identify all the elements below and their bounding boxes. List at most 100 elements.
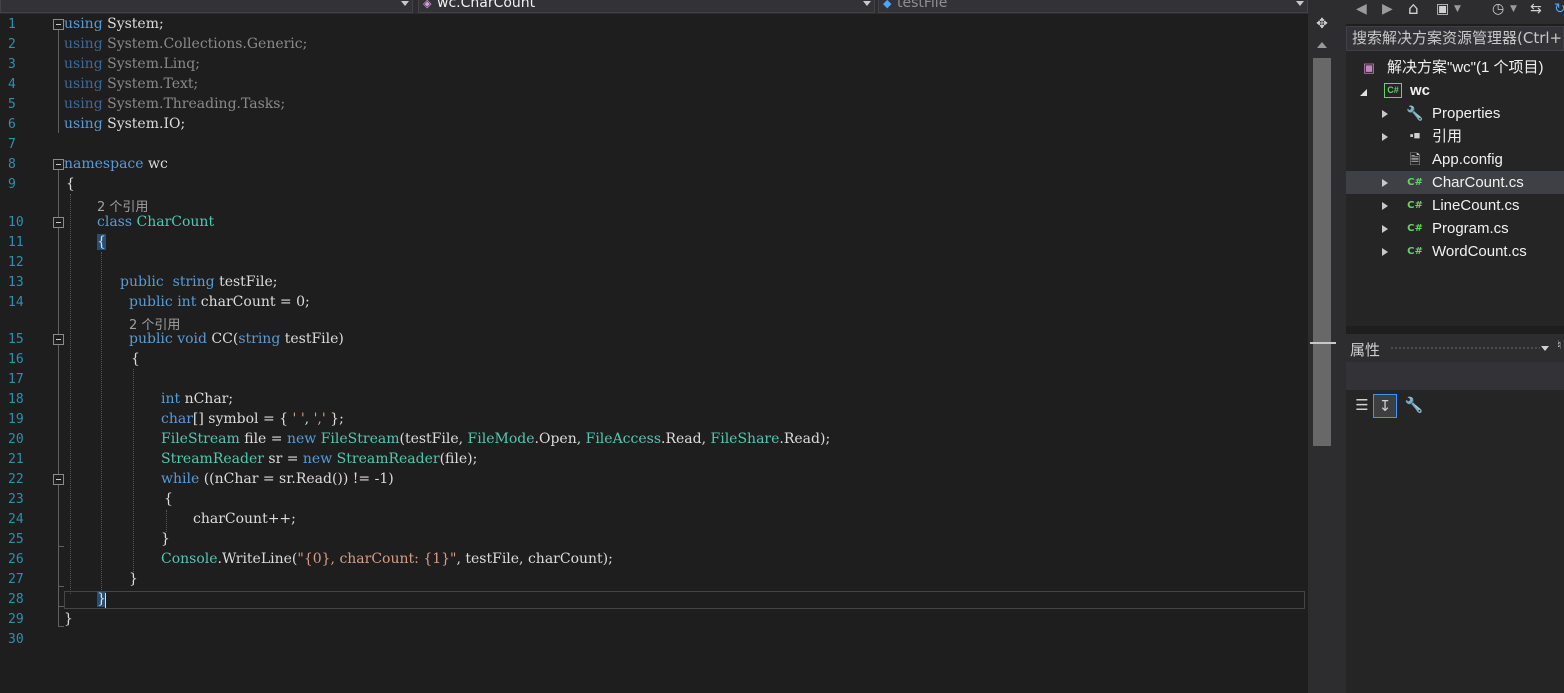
tree-item-label: CharCount.cs [1432, 174, 1524, 191]
property-pages-wrench-icon[interactable]: 🔧 [1402, 394, 1426, 418]
collapse-method-icon[interactable] [53, 334, 64, 345]
line-number: 21 [8, 452, 24, 467]
code-line[interactable]: using System.Threading.Tasks; [64, 96, 285, 112]
tree-item-charcount-cs[interactable]: C# CharCount.cs [1346, 171, 1564, 194]
scroll-up-arrow-icon[interactable] [1317, 42, 1327, 48]
chevron-down-icon[interactable]: ▼ [1454, 0, 1461, 20]
class-dropdown[interactable]: ◈ wc.CharCount [418, 0, 875, 13]
code-line[interactable]: namespace wc [64, 156, 168, 172]
categorized-icon[interactable]: ☰ [1350, 394, 1374, 418]
collapsed-arrow-icon[interactable] [1382, 133, 1388, 141]
collapsed-arrow-icon[interactable] [1382, 202, 1388, 210]
line-number: 25 [8, 532, 24, 547]
collapse-namespace-icon[interactable] [53, 159, 64, 170]
home-icon[interactable]: ⌂ [1408, 0, 1419, 20]
collapsed-arrow-icon[interactable] [1382, 179, 1388, 187]
code-line[interactable]: using System.Collections.Generic; [64, 36, 307, 52]
code-line[interactable]: public void CC(string testFile) [129, 331, 344, 347]
line-number: 11 [8, 235, 24, 250]
code-line[interactable]: char[] symbol = { ' ', ',' }; [161, 411, 344, 427]
code-line[interactable]: { [131, 351, 140, 367]
config-file-icon: 🗎 [1409, 151, 1421, 167]
alphabetical-sort-icon[interactable]: ↧ [1373, 394, 1397, 418]
scrollbar-thumb[interactable] [1313, 58, 1331, 446]
collapse-class-icon[interactable] [53, 217, 64, 228]
properties-panel-header: 属性 [1346, 334, 1564, 362]
solution-explorer-search-input[interactable]: 搜索解决方案资源管理器(Ctrl+ [1346, 26, 1564, 51]
line-number: 13 [8, 275, 24, 290]
chevron-down-icon[interactable] [1541, 346, 1549, 351]
solution-explorer-toolbar: ◀ ▶ ⌂ ▣ ▼ ◷ ▼ ⇆ ↻ [1346, 0, 1564, 24]
line-number: 28 [8, 592, 24, 607]
field-icon: ◆ [883, 0, 892, 10]
solution-icon: ▣ [1362, 60, 1376, 75]
tree-item-label: WordCount.cs [1432, 243, 1527, 260]
expanded-arrow-icon[interactable] [1360, 89, 1367, 96]
code-line[interactable]: public string testFile; [120, 274, 277, 290]
class-codelens-references[interactable]: 2 个引用 [97, 196, 148, 215]
code-line[interactable]: charCount++; [193, 511, 296, 527]
collapsed-arrow-icon[interactable] [1382, 248, 1388, 256]
tree-item-wordcount-cs[interactable]: C# WordCount.cs [1346, 240, 1564, 263]
back-icon[interactable]: ◀ [1356, 0, 1367, 20]
line-number: 7 [8, 137, 16, 152]
code-line[interactable]: { [97, 234, 106, 250]
code-line[interactable]: using System.IO; [64, 116, 185, 132]
code-line[interactable]: class CharCount [97, 214, 214, 230]
tree-item-references[interactable]: ▪■ 引用 [1346, 125, 1564, 148]
code-line[interactable]: StreamReader sr = new StreamReader(file)… [161, 451, 477, 467]
tree-item-label: App.config [1432, 151, 1503, 168]
references-icon: ▪■ [1409, 130, 1421, 142]
outline-end [58, 586, 64, 587]
solution-label: 解决方案"wc"(1 个项目) [1387, 59, 1544, 76]
tree-item-program-cs[interactable]: C# Program.cs [1346, 217, 1564, 240]
split-window-icon[interactable]: ✥ [1314, 16, 1330, 32]
line-number: 10 [8, 215, 24, 230]
refresh-icon[interactable]: ↻ [1554, 0, 1564, 20]
tree-item-app-config[interactable]: 🗎 App.config [1346, 148, 1564, 171]
code-line[interactable]: Console.WriteLine("{0}, charCount: {1}",… [161, 551, 613, 567]
tree-item-properties[interactable]: 🔧 Properties [1346, 102, 1564, 125]
line-number: 17 [8, 372, 24, 387]
pending-changes-icon[interactable]: ◷ [1492, 0, 1504, 20]
line-number: 22 [8, 472, 24, 487]
properties-object-selector[interactable] [1346, 362, 1564, 390]
forward-icon[interactable]: ▶ [1382, 0, 1393, 20]
panel-splitter[interactable] [1338, 0, 1346, 693]
switch-views-icon[interactable]: ▣ [1436, 0, 1449, 20]
pin-icon[interactable]: ♮ [1557, 338, 1561, 352]
chevron-down-icon[interactable]: ▼ [1510, 0, 1517, 20]
member-dropdown[interactable]: ◆ testFile [878, 0, 1308, 13]
csharp-file-icon: C# [1407, 177, 1423, 188]
line-number: 15 [8, 332, 24, 347]
chevron-down-icon [863, 1, 871, 6]
project-dropdown[interactable] [0, 0, 413, 13]
csharp-file-icon: C# [1407, 223, 1423, 234]
code-line[interactable]: } [64, 611, 73, 627]
code-line[interactable]: using System.Text; [64, 76, 198, 92]
code-line[interactable]: using System.Linq; [64, 56, 200, 72]
structure-guide [166, 510, 167, 532]
line-number: 23 [8, 492, 24, 507]
collapse-while-icon[interactable] [53, 474, 64, 485]
code-line[interactable]: { [164, 491, 173, 507]
code-line[interactable]: public int charCount = 0; [129, 294, 310, 310]
collapsed-arrow-icon[interactable] [1382, 110, 1388, 118]
code-line[interactable]: int nChar; [161, 391, 233, 407]
code-line[interactable]: while ((nChar = sr.Read()) != -1) [161, 471, 394, 487]
code-editor[interactable]: 1 2 3 4 5 6 7 8 9 10 11 12 13 14 15 16 1… [0, 14, 1308, 693]
code-line[interactable]: } [129, 571, 138, 587]
code-line[interactable]: FileStream file = new FileStream(testFil… [161, 431, 830, 447]
project-node[interactable]: C# wc [1346, 79, 1564, 102]
code-line[interactable]: using System; [64, 16, 164, 32]
solution-node[interactable]: ▣ 解决方案"wc"(1 个项目) [1346, 56, 1564, 79]
tree-item-linecount-cs[interactable]: C# LineCount.cs [1346, 194, 1564, 217]
collapse-using-block-icon[interactable] [53, 19, 64, 30]
line-number: 27 [8, 572, 24, 587]
code-line[interactable]: { [66, 176, 75, 192]
code-line[interactable]: } [161, 531, 170, 547]
sync-icon[interactable]: ⇆ [1530, 0, 1542, 20]
structure-guide [70, 194, 71, 594]
collapsed-arrow-icon[interactable] [1382, 225, 1388, 233]
line-number: 12 [8, 255, 24, 270]
